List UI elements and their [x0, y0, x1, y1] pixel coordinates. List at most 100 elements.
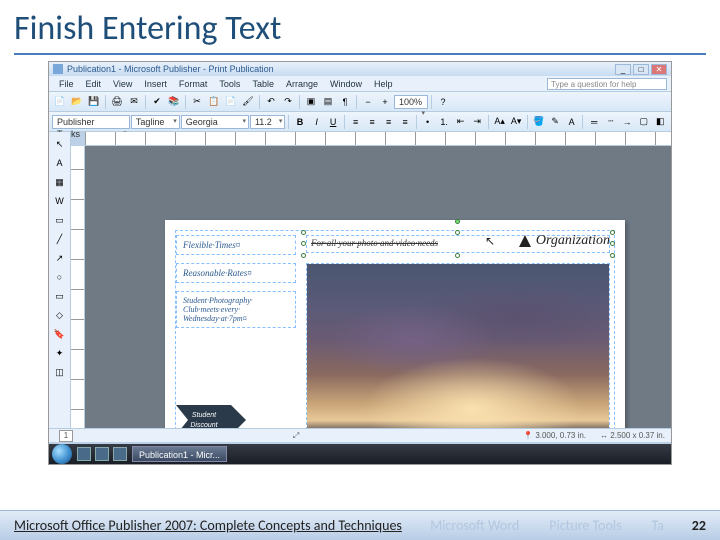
quick-launch-icon[interactable] — [77, 447, 91, 461]
text-box-club-info[interactable]: Student·Photography· Club·meets·every· W… — [176, 291, 296, 328]
close-button[interactable]: ✕ — [651, 64, 667, 75]
bookmark-icon[interactable]: 🔖 — [52, 326, 68, 342]
research-icon[interactable]: 📚 — [166, 94, 182, 110]
special-chars-icon[interactable]: ¶ — [337, 94, 353, 110]
scroll-arrow-icon[interactable]: ⤢ — [293, 431, 299, 441]
design-gallery-icon[interactable]: ✦ — [52, 345, 68, 361]
align-left-icon[interactable]: ≡ — [348, 114, 364, 130]
3d-icon[interactable]: ◧ — [652, 114, 668, 130]
select-tool-icon[interactable]: ↖ — [52, 136, 68, 152]
taskbar-publisher-button[interactable]: Publication1 - Micr... — [132, 446, 227, 462]
menu-file[interactable]: File — [53, 79, 80, 89]
vertical-ruler[interactable] — [71, 146, 85, 440]
horizontal-ruler[interactable] — [85, 132, 671, 146]
right-column: For·all·your·photo·and·video·needs — [306, 235, 610, 435]
text-box-flexible-times[interactable]: Flexible·Times¤ — [176, 235, 296, 255]
decrease-indent-icon[interactable]: ⇤ — [453, 114, 469, 130]
quick-launch-icon[interactable] — [113, 447, 127, 461]
spelling-icon[interactable]: ✔ — [149, 94, 165, 110]
copy-icon[interactable]: 📋 — [206, 94, 222, 110]
zoom-combo[interactable]: 100% — [394, 95, 428, 109]
help-icon[interactable]: ? — [435, 94, 451, 110]
organization-label: Organization — [536, 233, 610, 248]
align-right-icon[interactable]: ≡ — [381, 114, 397, 130]
line-style-icon[interactable]: ═ — [586, 114, 602, 130]
font-color-icon[interactable]: A — [564, 114, 580, 130]
status-size: ↔ 2.500 x 0.37 in. — [600, 431, 665, 440]
menu-edit[interactable]: Edit — [80, 79, 108, 89]
publication-page[interactable]: Flexible·Times¤ Reasonable·Rates¤ Studen… — [165, 220, 625, 440]
arrow-style-icon[interactable]: → — [619, 114, 635, 130]
print-icon[interactable]: 🖨 — [109, 94, 125, 110]
oval-tool-icon[interactable]: ○ — [52, 269, 68, 285]
numbering-icon[interactable]: 1. — [436, 114, 452, 130]
menu-insert[interactable]: Insert — [138, 79, 173, 89]
wordart-tool-icon[interactable]: W — [52, 193, 68, 209]
autoshapes-tool-icon[interactable]: ◇ — [52, 307, 68, 323]
zoom-in-icon[interactable]: + — [377, 94, 393, 110]
organization-logo[interactable]: Organization — [518, 233, 610, 249]
line-color-icon[interactable]: ✎ — [547, 114, 563, 130]
shadow-icon[interactable]: ▢ — [636, 114, 652, 130]
justify-icon[interactable]: ≡ — [397, 114, 413, 130]
align-center-icon[interactable]: ≡ — [364, 114, 380, 130]
italic-icon[interactable]: I — [309, 114, 325, 130]
new-icon[interactable]: 📄 — [52, 94, 68, 110]
menu-format[interactable]: Format — [173, 79, 214, 89]
help-search-input[interactable]: Type a question for help — [547, 78, 667, 90]
font-size-combo[interactable]: 11.2 — [250, 115, 285, 129]
shrink-font-icon[interactable]: A▾ — [508, 114, 524, 130]
menu-bar: File Edit View Insert Format Tools Table… — [49, 76, 671, 92]
increase-indent-icon[interactable]: ⇥ — [469, 114, 485, 130]
canvas-area: Flexible·Times¤ Reasonable·Rates¤ Studen… — [71, 132, 671, 440]
fill-color-icon[interactable]: 🪣 — [531, 114, 547, 130]
slide-number: 22 — [692, 517, 706, 534]
columns-icon[interactable]: ▤ — [320, 94, 336, 110]
open-icon[interactable]: 📂 — [69, 94, 85, 110]
slide-title: Finish Entering Text — [0, 0, 720, 53]
title-underline — [14, 53, 706, 55]
picture-placeholder[interactable] — [306, 263, 610, 435]
minimize-button[interactable]: _ — [615, 64, 631, 75]
rectangle-tool-icon[interactable]: ▭ — [52, 288, 68, 304]
picture-frame-icon[interactable]: ▭ — [52, 212, 68, 228]
arrow-tool-icon[interactable]: ↗ — [52, 250, 68, 266]
menu-tools[interactable]: Tools — [213, 79, 246, 89]
publisher-tasks-combo[interactable]: Publisher Tasks — [52, 115, 130, 129]
save-icon[interactable]: 💾 — [86, 94, 102, 110]
format-painter-icon[interactable]: 🖌 — [240, 94, 256, 110]
redo-icon[interactable]: ↷ — [280, 94, 296, 110]
scratch-area[interactable]: Flexible·Times¤ Reasonable·Rates¤ Studen… — [85, 146, 671, 440]
menu-view[interactable]: View — [107, 79, 138, 89]
menu-arrange[interactable]: Arrange — [280, 79, 324, 89]
quick-launch-icon[interactable] — [95, 447, 109, 461]
page-thumb-1[interactable]: 1 — [59, 430, 73, 442]
cut-icon[interactable]: ✂ — [189, 94, 205, 110]
grow-font-icon[interactable]: A▴ — [492, 114, 508, 130]
publisher-screenshot: Publication1 - Microsoft Publisher - Pri… — [48, 61, 672, 465]
textbox-tool-icon[interactable]: A — [52, 155, 68, 171]
maximize-button[interactable]: □ — [633, 64, 649, 75]
item-library-icon[interactable]: ◫ — [52, 364, 68, 380]
slide-footer: Microsoft Office Publisher 2007: Complet… — [0, 510, 720, 540]
table-tool-icon[interactable]: ▦ — [52, 174, 68, 190]
bring-front-icon[interactable]: ▣ — [303, 94, 319, 110]
app-icon — [53, 64, 63, 74]
zoom-out-icon[interactable]: − — [360, 94, 376, 110]
menu-help[interactable]: Help — [368, 79, 399, 89]
undo-icon[interactable]: ↶ — [263, 94, 279, 110]
line-tool-icon[interactable]: ╱ — [52, 231, 68, 247]
menu-window[interactable]: Window — [324, 79, 368, 89]
left-column: Flexible·Times¤ Reasonable·Rates¤ Studen… — [176, 231, 296, 439]
text-box-reasonable-rates[interactable]: Reasonable·Rates¤ — [176, 263, 296, 283]
standard-toolbar: 📄 📂 💾 🖨 ✉ ✔ 📚 ✂ 📋 📄 🖌 ↶ ↷ ▣ ▤ ¶ − + 100%… — [49, 92, 671, 112]
style-combo[interactable]: Tagline — [131, 115, 180, 129]
paste-icon[interactable]: 📄 — [223, 94, 239, 110]
underline-icon[interactable]: U — [325, 114, 341, 130]
start-button-icon[interactable] — [52, 444, 72, 464]
menu-table[interactable]: Table — [246, 79, 280, 89]
email-icon[interactable]: ✉ — [126, 94, 142, 110]
font-name-combo[interactable]: Georgia — [181, 115, 249, 129]
bold-icon[interactable]: B — [292, 114, 308, 130]
dash-style-icon[interactable]: ┄ — [603, 114, 619, 130]
